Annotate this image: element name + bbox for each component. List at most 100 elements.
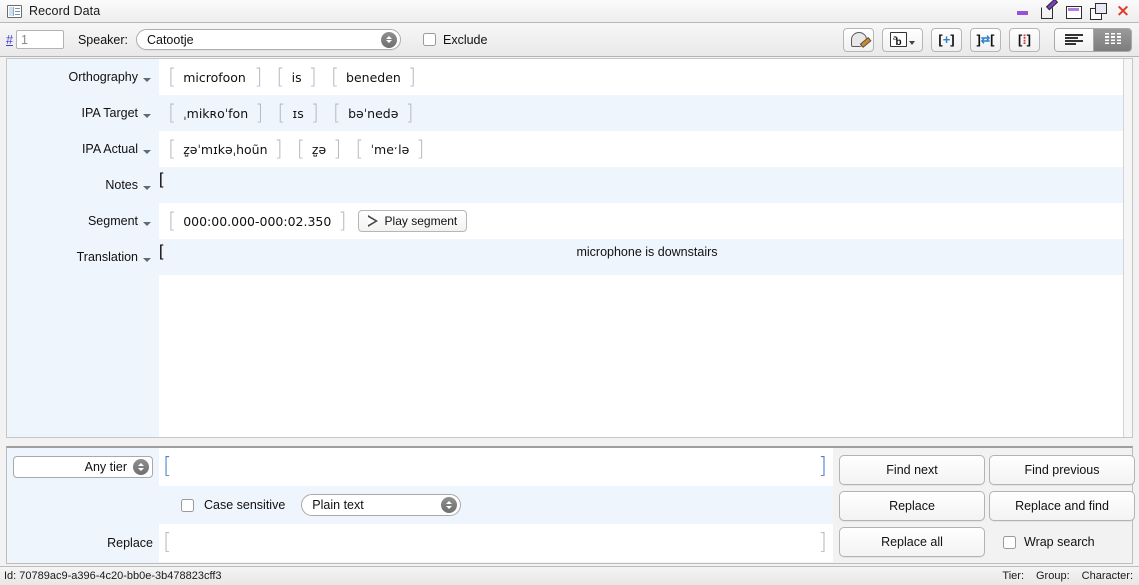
group-field[interactable]: [ ˈmeˑlə ] [352,137,427,161]
find-replace-buttons: Find next Find previous Replace Replace … [839,455,1135,557]
group-field[interactable]: [ z̺ə ] [294,137,345,161]
tier-label-translation[interactable]: Translation [7,239,159,275]
group-field[interactable]: [ beneden ] [328,65,419,89]
bracket-close: ] [333,137,342,161]
bracket-open: [ [168,65,177,89]
search-query-row: Any tier [ ] [7,448,833,486]
speaker-label: Speaker: [77,32,128,47]
status-bar: Id: 70789ac9-a396-4c20-bb0e-3b478823cff3… [0,566,1139,585]
minimize-button[interactable] [1015,3,1031,19]
insert-group-icon: [+] [938,32,955,47]
transliterate-button[interactable]: ab [882,27,923,52]
bracket-open: [ [332,101,342,125]
find-next-button[interactable]: Find next [839,455,985,485]
bracket-close: ] [818,530,827,555]
bracket-open: [ [277,101,286,125]
translation-value: microphone is downstairs [576,245,718,259]
bracket-open: [ [163,454,172,479]
maximize-button[interactable] [1065,3,1082,19]
columns-icon [1104,33,1122,46]
chevron-down-icon[interactable] [143,221,151,226]
group-field[interactable]: [ bəˈnedə ] [330,101,417,125]
tier-label-text: IPA Actual [81,142,138,156]
tier-row-ipa-target: IPA Target [ ˌmikʀoˈfon ] [ ɪs ] [bəˈne… [7,95,1132,131]
close-button[interactable]: × [1115,3,1131,20]
tier-label-notes[interactable]: Notes [7,167,159,203]
merge-group-button[interactable]: ] ⇄[ [970,27,1001,52]
exclude-checkbox[interactable] [422,33,436,46]
split-group-button[interactable]: [⁞] [1009,27,1040,52]
search-options: Case sensitive Plain text [159,494,462,516]
tier-label-orthography[interactable]: Orthography [7,59,159,95]
tier-label-ipa-actual[interactable]: IPA Actual [7,131,159,167]
find-replace-fields: Any tier [ ] Case sensitive Plain text R… [7,448,833,562]
align-left-icon [1065,32,1083,46]
replace-input[interactable]: [ ] [159,524,833,562]
record-scrollbar[interactable] [1123,59,1132,437]
find-previous-button[interactable]: Find previous [989,455,1135,485]
bracket-close: ] [255,101,264,125]
blind-transcription-button[interactable] [843,27,874,52]
exclude-checkbox-wrap[interactable]: Exclude [422,32,488,47]
exclude-label: Exclude [442,32,488,47]
bracket-close: ] [407,65,417,89]
replace-button[interactable]: Replace [839,491,985,521]
record-number-input[interactable]: 1 [15,30,64,49]
record-hash-link[interactable]: # [6,33,13,47]
search-mode-select[interactable]: Plain text [301,494,462,516]
segment-time-field[interactable]: [ 000:00.000-000:02.350 ] [165,209,350,233]
list-view-toggle[interactable] [1055,28,1093,51]
translation-field[interactable]: [ microphone is downstairs ] [159,239,1132,265]
split-group-icon: [⁞] [1017,32,1032,47]
group-field[interactable]: [ z̺əˈmɪkəˌhoũn ] [165,137,286,161]
record-data-panel: Orthography [ microfoon ] [ is ] [bened… [6,58,1133,438]
tier-row-ipa-actual: IPA Actual [ z̺əˈmɪkəˌhoũn ] [ z̺ə ] [ˈ… [7,131,1132,167]
bracket-close: ] [308,65,317,89]
play-segment-label: Play segment [384,214,458,228]
notes-field[interactable]: [ ] [159,167,1132,193]
ab-transliterate-icon: ab [890,32,907,48]
toolbar-actions: ab [+] ] ⇄[ [⁞] [843,27,1139,52]
wrap-search-label: Wrap search [1024,535,1095,549]
column-view-toggle[interactable] [1093,28,1131,51]
search-options-row: Case sensitive Plain text [7,486,833,524]
tier-label-segment[interactable]: Segment [7,203,159,239]
group-field[interactable]: [ microfoon ] [165,65,265,89]
group-field[interactable]: [ ɪs ] [274,101,322,125]
detach-button[interactable] [1090,3,1107,20]
insert-group-button[interactable]: [+] [931,27,962,52]
bracket-open: [ [168,209,177,233]
group-value: ˈmeˑlə [370,141,410,157]
speaker-select[interactable]: Catootje [135,29,401,50]
replace-all-button[interactable]: Replace all [839,527,985,557]
chevron-down-icon[interactable] [143,185,151,190]
record-data-window: Record Data × # 1 Speaker: Catootje Excl… [0,0,1139,585]
tier-scope-select[interactable]: Any tier [13,456,153,478]
search-input[interactable]: [ ] [159,448,833,486]
replace-and-find-button[interactable]: Replace and find [989,491,1135,521]
record-table-icon [7,4,22,18]
bracket-open: [ [296,137,305,161]
chevron-down-icon[interactable] [143,149,151,154]
bracket-close: ] [818,454,827,479]
chevron-down-icon[interactable] [143,77,151,82]
bracket-open: [ [159,243,164,260]
bracket-close: ] [310,101,319,125]
tier-label-ipa-target[interactable]: IPA Target [7,95,159,131]
group-field[interactable]: [ ˌmikʀoˈfon ] [165,101,266,125]
status-tier: Tier: [1002,570,1024,582]
play-segment-button[interactable]: Play segment [357,210,468,232]
wrap-search-wrap[interactable]: Wrap search [989,535,1135,549]
edit-restore-button[interactable] [1040,3,1056,19]
bracket-close: ] [405,101,414,125]
wrap-search-checkbox[interactable] [1003,535,1016,549]
case-sensitive-label: Case sensitive [204,498,286,512]
search-mode-value: Plain text [312,498,364,512]
group-field[interactable]: [ is ] [273,65,319,89]
stamp-icon [850,32,867,47]
case-sensitive-checkbox[interactable] [181,498,194,512]
chevron-down-icon[interactable] [143,113,151,118]
chevron-down-icon[interactable] [143,257,151,262]
view-mode-toggle[interactable] [1054,27,1132,52]
titlebar-left: Record Data [0,4,100,18]
